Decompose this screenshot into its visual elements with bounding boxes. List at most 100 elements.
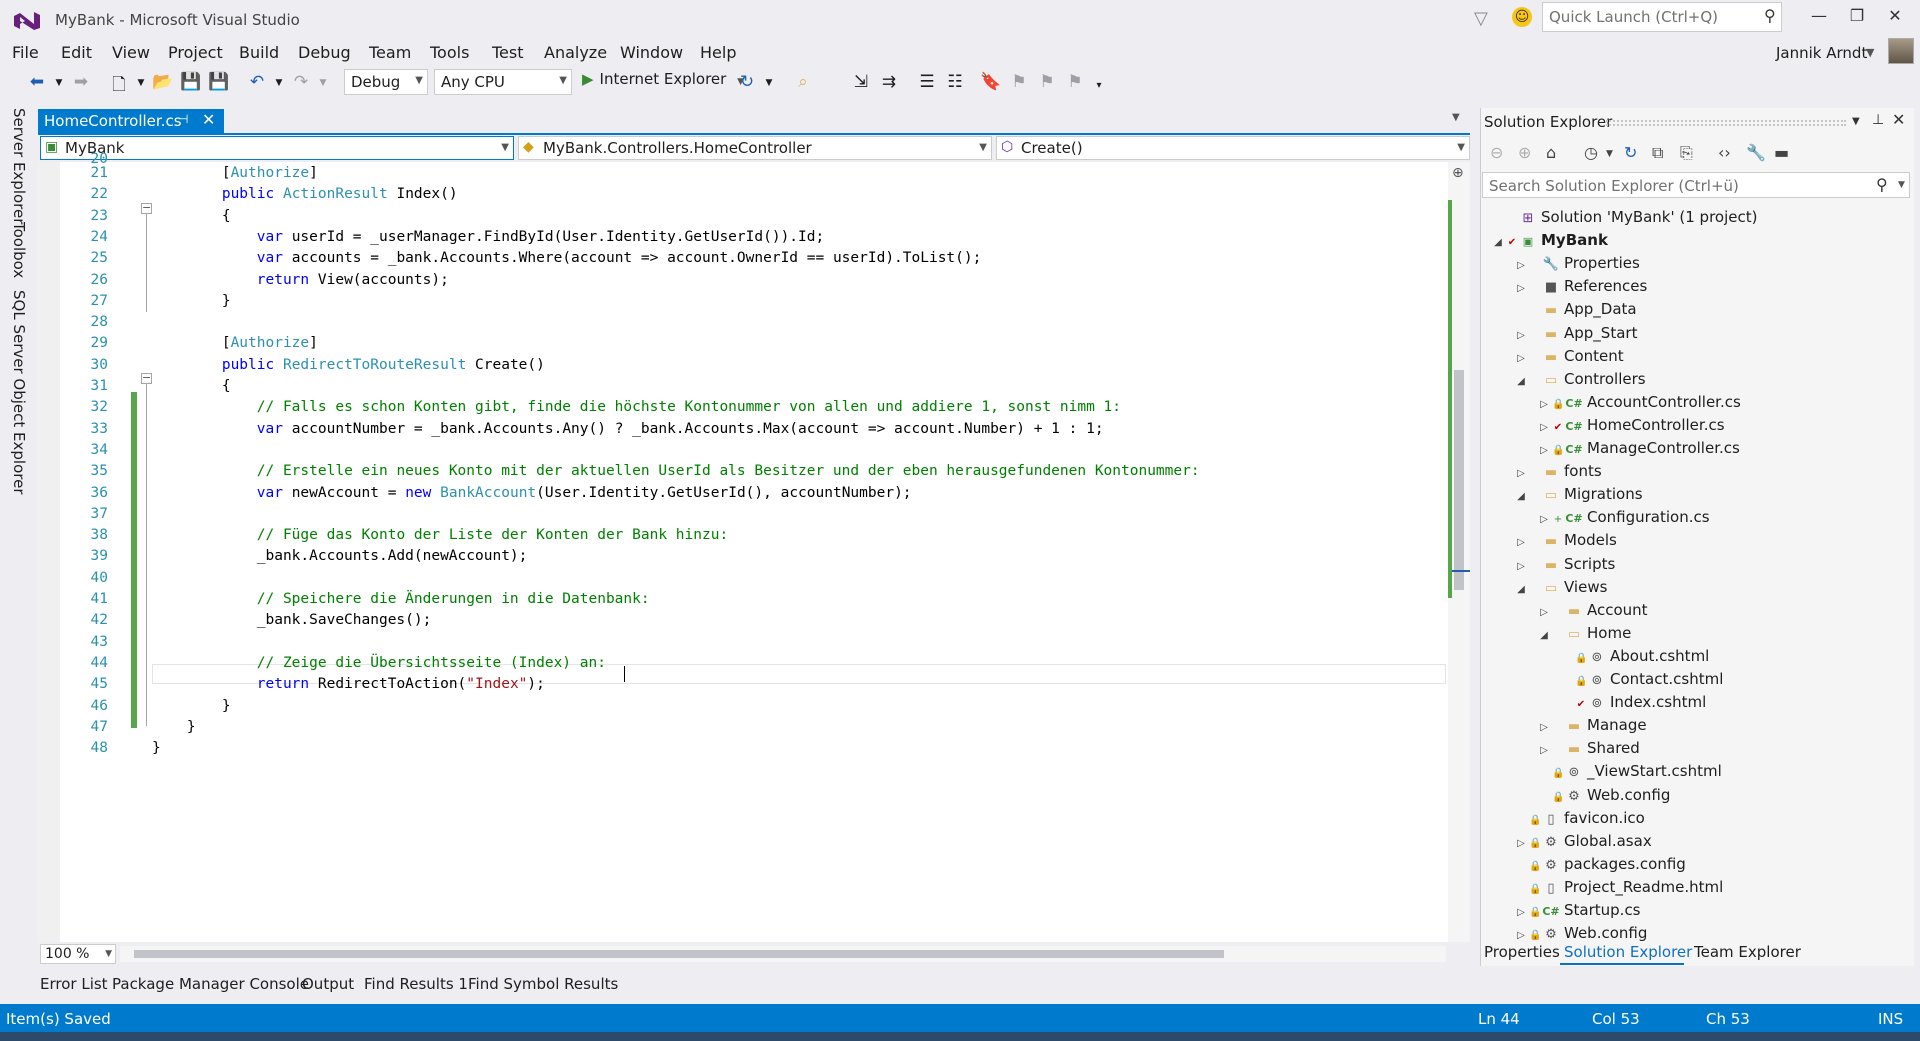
tree-item[interactable]: ◢ ✔ ▣ MyBank — [1490, 231, 1608, 254]
menu-view[interactable]: View — [112, 43, 150, 62]
solution-explorer-scrollbar[interactable] — [1900, 206, 1910, 936]
save-all-icon[interactable]: 💾 — [208, 72, 230, 92]
bookmark-icon[interactable]: 🔖 — [980, 72, 1002, 92]
code-line[interactable]: _bank.Accounts.Add(newAccount); — [152, 548, 528, 564]
chevron-down-icon[interactable]: ▼ — [1852, 116, 1860, 127]
collapsed-arrow-icon[interactable]: ▷ — [1536, 445, 1552, 456]
chevron-down-icon[interactable]: ▼ — [1866, 46, 1874, 59]
code-line[interactable]: [Authorize] — [152, 165, 318, 181]
tree-item[interactable]: ▷ ▬ Models — [1513, 531, 1617, 554]
collapsed-arrow-icon[interactable]: ▷ — [1513, 353, 1529, 364]
collapsed-arrow-icon[interactable]: ▷ — [1536, 607, 1552, 618]
view-code-icon[interactable]: ‹› — [1718, 143, 1731, 162]
collapse-region-icon[interactable]: − — [141, 202, 152, 214]
tree-item[interactable]: 🔒 ⚙ packages.config — [1513, 855, 1686, 878]
chevron-down-icon[interactable]: ▼ — [1898, 180, 1905, 190]
avatar[interactable] — [1888, 38, 1914, 64]
menu-build[interactable]: Build — [239, 43, 279, 62]
collapsed-arrow-icon[interactable]: ▷ — [1513, 561, 1529, 572]
navigate-back-icon[interactable]: ⬅ — [26, 72, 48, 92]
collapsed-arrow-icon[interactable]: ▷ — [1536, 745, 1552, 756]
tree-item[interactable]: ▬ App_Data — [1513, 300, 1637, 323]
menu-edit[interactable]: Edit — [61, 43, 92, 62]
user-name[interactable]: Jannik Arndt — [1776, 44, 1867, 62]
tree-item[interactable]: 🔒 ▯ Project_Readme.html — [1513, 878, 1723, 901]
tree-item[interactable]: ◢ ▭ Home — [1536, 624, 1631, 647]
zoom-level-select[interactable]: 100 % ▼ — [40, 944, 116, 964]
chevron-down-icon[interactable]: ▼ — [1452, 112, 1460, 123]
tree-item[interactable]: ▷ 🔒C# ManageController.cs — [1536, 439, 1740, 462]
restore-icon[interactable]: ❐ — [1842, 6, 1872, 25]
tree-item[interactable]: ▷ ✔ C# HomeController.cs — [1536, 416, 1724, 439]
tab-error-list[interactable]: Error List — [40, 975, 108, 993]
code-line[interactable]: var accounts = _bank.Accounts.Where(acco… — [152, 250, 982, 266]
tree-item[interactable]: ▷ ▬ Manage — [1536, 716, 1646, 739]
tab-output[interactable]: Output — [302, 975, 354, 993]
sql-server-object-explorer-tab[interactable]: SQL Server Object Explorer — [10, 290, 28, 495]
menu-test[interactable]: Test — [492, 43, 524, 62]
expanded-arrow-icon[interactable]: ◢ — [1513, 584, 1529, 595]
code-line[interactable]: return View(accounts); — [152, 272, 449, 288]
step-over-icon[interactable]: ⇉ — [878, 72, 900, 92]
chevron-down-icon[interactable]: ▼ — [758, 78, 780, 88]
tree-item[interactable]: ▷ ▬ App_Start — [1513, 324, 1637, 347]
tree-item[interactable]: 🔒 ⊚ Contact.cshtml — [1559, 670, 1723, 693]
tree-item[interactable]: ▷ ▬ Scripts — [1513, 555, 1615, 578]
toolbox-tab[interactable]: Toolbox — [10, 222, 28, 278]
tree-item[interactable]: ⊞ Solution 'MyBank' (1 project) — [1490, 208, 1758, 231]
close-icon[interactable]: ✕ — [202, 110, 215, 129]
collapse-all-icon[interactable]: ⧉ — [1652, 143, 1663, 163]
expanded-arrow-icon[interactable]: ◢ — [1490, 237, 1506, 248]
search-icon[interactable]: ⚲ — [1876, 175, 1888, 194]
code-line[interactable]: } — [152, 719, 196, 735]
close-icon[interactable]: ✕ — [1880, 6, 1910, 25]
menu-help[interactable]: Help — [700, 43, 736, 62]
code-line[interactable]: var newAccount = new BankAccount(User.Id… — [152, 485, 912, 501]
sync-icon[interactable]: ↻ — [1624, 143, 1637, 162]
chevron-down-icon[interactable]: ▼ — [48, 78, 70, 88]
split-window-icon[interactable]: ⊕ — [1452, 165, 1464, 181]
collapsed-arrow-icon[interactable]: ▷ — [1513, 260, 1529, 271]
tree-item[interactable]: ◢ ▭ Migrations — [1513, 485, 1642, 508]
panel-grip[interactable] — [1606, 120, 1846, 126]
code-line[interactable]: _bank.SaveChanges(); — [152, 612, 432, 628]
forward-icon[interactable]: ⊕ — [1518, 143, 1531, 162]
code-line[interactable]: } — [152, 698, 231, 714]
code-line[interactable]: // Erstelle ein neues Konto mit der aktu… — [152, 463, 1200, 479]
open-file-icon[interactable]: 📂 — [152, 72, 174, 92]
pending-changes-filter-icon[interactable]: ◷ — [1584, 143, 1598, 162]
find-in-files-icon[interactable]: ⌕ — [792, 72, 814, 92]
collapsed-arrow-icon[interactable]: ▷ — [1536, 399, 1552, 410]
code-line[interactable]: var accountNumber = _bank.Accounts.Any()… — [152, 421, 1104, 437]
expanded-arrow-icon[interactable]: ◢ — [1513, 376, 1529, 387]
code-line[interactable]: public ActionResult Index() — [152, 186, 458, 202]
pin-icon[interactable]: ⊣ — [178, 112, 188, 126]
tree-item[interactable]: 🔒 ⊚ _ViewStart.cshtml — [1536, 762, 1722, 785]
code-line[interactable]: } — [152, 740, 161, 756]
menu-project[interactable]: Project — [168, 43, 223, 62]
chevron-down-icon[interactable]: ▼ — [130, 78, 152, 88]
menu-debug[interactable]: Debug — [298, 43, 351, 62]
tree-item[interactable]: ▷ 🔒C# AccountController.cs — [1536, 393, 1741, 416]
chevron-down-icon[interactable]: ▼ — [1606, 149, 1613, 159]
tree-item[interactable]: ▷ ▬ Account — [1536, 601, 1647, 624]
tree-item[interactable]: 🔒 ⊚ About.cshtml — [1559, 647, 1709, 670]
collapsed-arrow-icon[interactable]: ▷ — [1513, 283, 1529, 294]
code-line[interactable]: { — [152, 378, 231, 394]
indent-icon[interactable]: ☷ — [944, 72, 966, 92]
scrollbar-thumb[interactable] — [134, 950, 1224, 958]
tree-item[interactable]: 🔒 ⚙ Web.config — [1536, 786, 1670, 809]
collapse-region-icon[interactable]: − — [141, 372, 152, 384]
toolbar-overflow-icon[interactable]: ▾ — [1088, 80, 1110, 91]
next-bookmark-icon[interactable]: ⚑ — [1036, 72, 1058, 92]
preview-selected-icon[interactable]: ▬ — [1774, 143, 1789, 162]
tab-find-symbol-results[interactable]: Find Symbol Results — [468, 975, 618, 993]
tab-properties[interactable]: Properties — [1484, 943, 1560, 961]
save-icon[interactable]: 💾 — [180, 72, 202, 92]
navigate-forward-icon[interactable]: ➡ — [70, 72, 92, 92]
close-icon[interactable]: ✕ — [1892, 110, 1905, 129]
code-line[interactable]: var userId = _userManager.FindById(User.… — [152, 229, 824, 245]
tree-item[interactable]: ▷ ▬ Content — [1513, 347, 1624, 370]
tab-package-manager-console[interactable]: Package Manager Console — [112, 975, 309, 993]
code-line[interactable]: } — [152, 293, 231, 309]
